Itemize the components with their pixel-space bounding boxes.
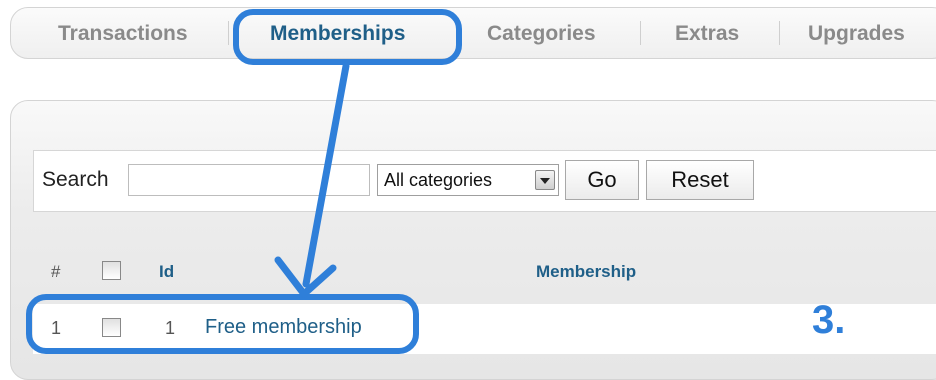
step-number-label: 3. — [812, 298, 846, 342]
annotation-arrow-icon — [274, 62, 350, 298]
